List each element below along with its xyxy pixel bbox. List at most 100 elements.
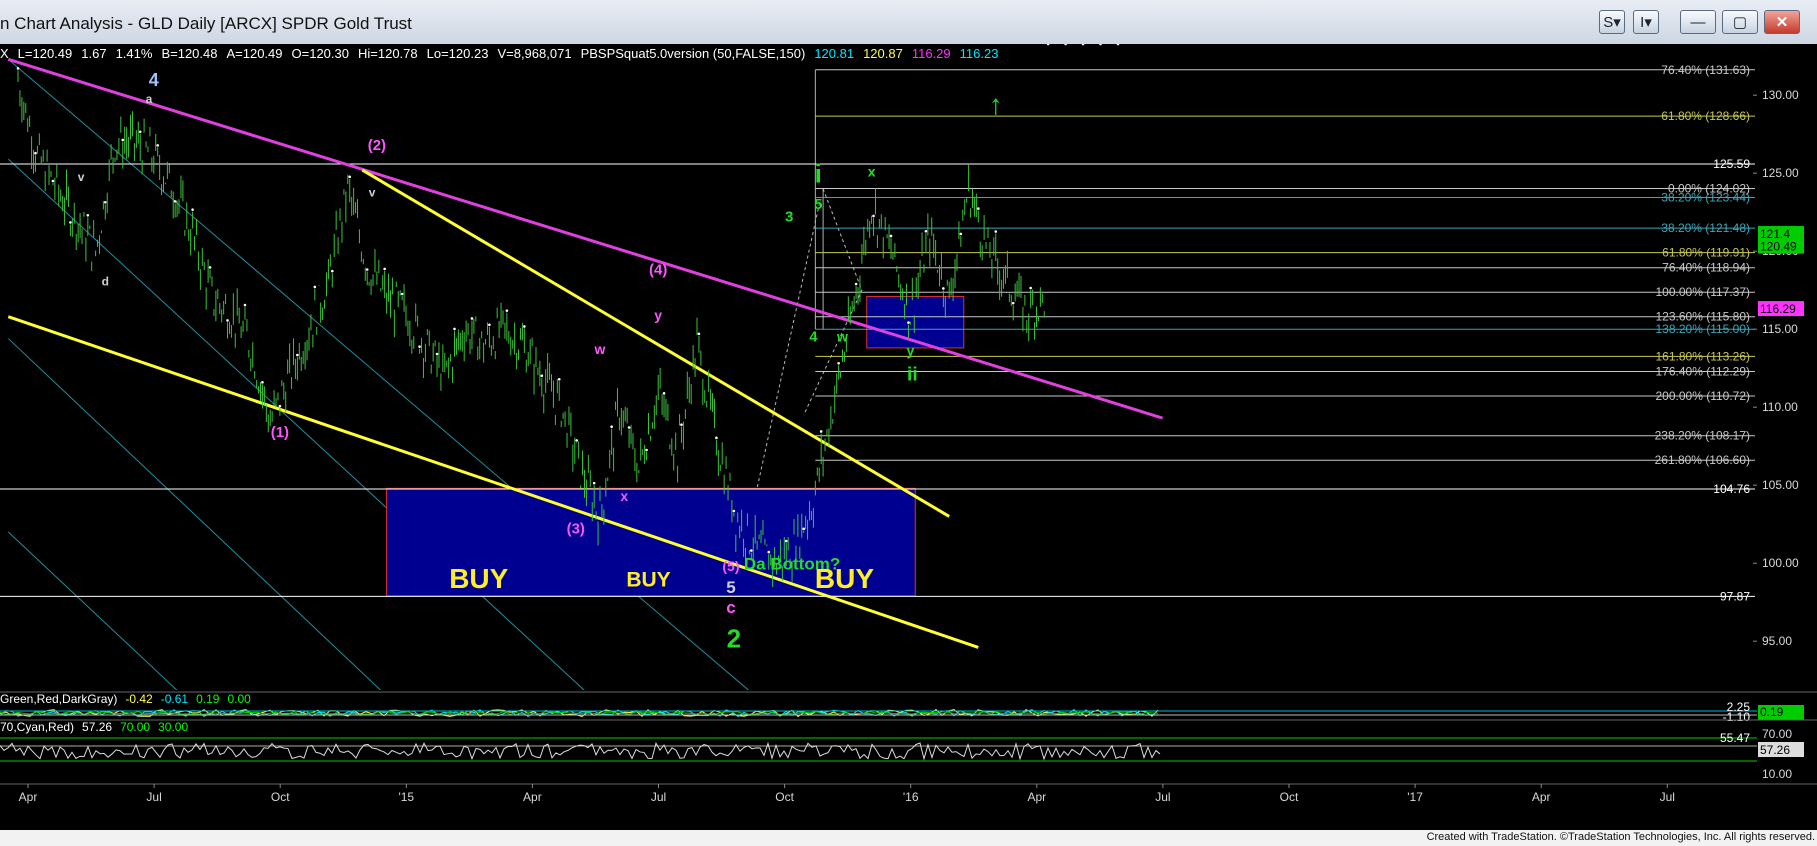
fib-level-label-4: 38.20% (123.44)	[1661, 191, 1750, 205]
indicator2-title: 70,Cyan,Red)	[0, 720, 74, 734]
pivot-dot	[173, 200, 177, 203]
pivot-dot	[994, 230, 998, 233]
pivot-dot	[680, 423, 683, 426]
wave-label-0: 4	[149, 70, 159, 90]
pivot-dot	[365, 268, 369, 271]
time-tick-label-13: Jul	[1660, 790, 1675, 804]
pivot-dot	[470, 317, 474, 320]
indicator2-axis-0: 70.00	[1762, 727, 1792, 741]
price-tick-label-1: 125.00	[1762, 166, 1799, 180]
pivot-dot	[732, 509, 736, 513]
pivot-dot	[889, 234, 893, 238]
header-readout-13: 116.29	[912, 46, 951, 61]
pivot-dot	[51, 179, 55, 183]
wave-label-10: (4)	[649, 262, 667, 279]
pivot-dot	[278, 404, 282, 408]
indicator1-value-0: -0.42	[125, 692, 153, 706]
indicator2-level-label: 55.47	[1720, 731, 1750, 745]
fib-level-label-10: 138.20% (115.00)	[1655, 322, 1750, 336]
indicator1-value-1: -0.61	[161, 692, 189, 706]
pivot-dot	[243, 303, 247, 307]
header-readout-2: 1.67	[81, 46, 106, 61]
pivot-dot	[418, 345, 421, 348]
wave-label-7: w	[594, 341, 606, 357]
pivot-dot	[104, 200, 107, 204]
minimize-button[interactable]: —	[1680, 10, 1716, 34]
fib-level-label-17: 97.87	[1720, 589, 1750, 603]
pivot-dot	[226, 319, 229, 322]
header-readout-4: B=120.48	[161, 46, 217, 61]
pivot-dot	[645, 448, 648, 452]
price-badge-text-1: 120.49	[1760, 240, 1797, 254]
indicator1-badge-text: 0.19	[1760, 705, 1784, 719]
pivot-dot	[854, 282, 858, 286]
pivot-dot	[977, 207, 980, 210]
pivot-dot	[505, 309, 509, 312]
fib-level-label-7: 76.40% (118.94)	[1662, 261, 1750, 275]
wave-label-5: v	[369, 186, 376, 200]
header-readout-9: V=8,968,071	[497, 46, 571, 61]
wave-label-22: y	[907, 343, 915, 359]
pivot-dot	[383, 267, 386, 271]
indicator2-value-1: 70.00	[120, 720, 150, 734]
fib-level-label-5: 38.20% (121.48)	[1661, 221, 1750, 235]
indicator1-level-1: -1.10	[1723, 710, 1751, 724]
window-titlebar: n Chart Analysis - GLD Daily [ARCX] SPDR…	[0, 0, 1817, 45]
pivot-dot	[662, 392, 666, 395]
wave-label-4: (2)	[368, 137, 386, 154]
fib-level-label-0: 76.40% (131.63)	[1661, 63, 1750, 77]
wave-label-13: 5	[726, 578, 735, 597]
indicator2-value-2: 30.00	[158, 720, 188, 734]
wave-label-19: 4	[809, 329, 818, 346]
fib-level-label-8: 100.00% (117.37)	[1655, 285, 1750, 299]
tradestation-s-button[interactable]: S▾	[1599, 10, 1625, 34]
pivot-dot	[715, 436, 718, 440]
pivot-dot	[121, 138, 125, 142]
time-tick-label-4: Apr	[523, 790, 542, 804]
price-badge-text-2: 116.29	[1760, 302, 1796, 316]
pivot-dot	[69, 221, 72, 224]
fib-level-label-2: 125.59	[1713, 157, 1750, 171]
indicator2-value-0: 57.26	[82, 720, 112, 734]
header-readout-11: 120.81	[814, 46, 854, 61]
fib-level-label-1: 61.80% (128.66)	[1661, 109, 1750, 123]
header-readout-8: Lo=120.23	[427, 46, 489, 61]
pivot-dot	[627, 426, 631, 429]
indicator1-value-2: 0.19	[196, 692, 220, 706]
fib-level-label-16: 104.76	[1713, 482, 1750, 496]
maximize-button[interactable]: ▢	[1722, 10, 1758, 34]
fib-level-label-12: 176.40% (112.29)	[1655, 364, 1750, 378]
wave-label-23: ii	[907, 365, 918, 386]
header-readout-5: A=120.49	[226, 46, 282, 61]
wave-label-28: ↑	[989, 89, 1003, 120]
pivot-dot	[610, 425, 613, 429]
header-readout-12: 120.87	[863, 46, 903, 61]
time-tick-label-10: Oct	[1280, 790, 1299, 804]
pivot-dot	[400, 292, 404, 296]
price-tick-label-0: 130.00	[1762, 88, 1799, 102]
pivot-dot	[34, 151, 37, 155]
pivot-dot	[575, 439, 579, 442]
pivot-dot	[435, 352, 439, 356]
credit-text: Created with TradeStation. ©TradeStation…	[1426, 831, 1815, 843]
wave-label-16: 3	[785, 209, 793, 226]
fib-level-label-11: 161.80% (113.26)	[1655, 349, 1750, 363]
header-readout-0: X	[0, 46, 9, 61]
price-tick-label-7: 95.00	[1762, 634, 1792, 648]
wave-label-11: y	[654, 307, 662, 323]
pivot-dot	[261, 381, 264, 384]
wave-label-1: a	[146, 92, 153, 106]
pivot-dot	[819, 430, 823, 433]
tradestation-i-button[interactable]: I▾	[1633, 10, 1659, 34]
fib-level-label-15: 261.80% (106.60)	[1655, 453, 1750, 467]
time-tick-label-1: Jul	[146, 790, 161, 804]
gld-chart[interactable]: X L=120.49 1.67 1.41% B=120.48 A=120.49 O=120.…	[0, 44, 1817, 830]
pivot-dot	[802, 527, 805, 531]
time-tick-label-2: Oct	[271, 790, 290, 804]
wave-label-18: 5	[814, 196, 822, 213]
header-readout-3: 1.41%	[116, 46, 153, 61]
wave-label-2: v	[78, 170, 85, 184]
close-button[interactable]: ✕	[1764, 10, 1800, 34]
wave-label-14: c	[726, 598, 735, 617]
pivot-dot	[138, 130, 142, 134]
